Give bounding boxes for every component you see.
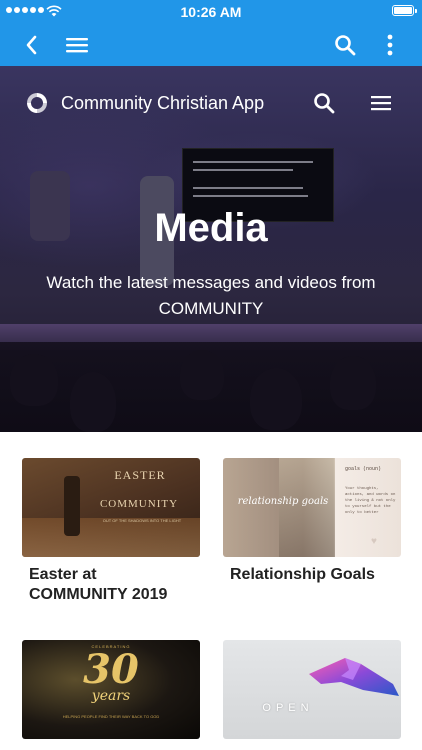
search-button[interactable] [325,24,365,66]
menu-button[interactable] [57,24,97,66]
mountain-image [309,658,399,696]
thumb-text: years [91,688,131,704]
media-card-open[interactable]: OPEN [223,640,401,750]
hamburger-icon [371,96,391,111]
battery-icon [392,5,417,16]
media-thumbnail: OPEN [223,640,401,739]
back-button[interactable] [11,24,51,66]
hero-banner: Community Christian App Media Watch the … [0,66,422,432]
media-thumbnail: CELEBRATING 30 years HELPING PEOPLE FIND… [22,640,200,739]
thumb-text: relationship goals [237,496,329,507]
page-title: Media [154,206,268,250]
hero-search-button[interactable] [311,90,337,116]
thumb-text: OPEN [262,702,314,714]
thumb-text: EASTER [114,468,166,482]
thumb-caption: HELPING PEOPLE FIND THEIR WAY BACK TO GO… [62,714,160,719]
media-card-30-years[interactable]: CELEBRATING 30 years HELPING PEOPLE FIND… [22,640,200,750]
status-time: 10:26 AM [180,4,242,20]
media-title: Relationship Goals [230,566,375,583]
media-card-relationship-goals[interactable]: relationship goals goals (noun) Your tho… [223,458,401,598]
media-title: Easter at COMMUNITY 2019 [29,566,168,603]
media-thumbnail: relationship goals goals (noun) Your tho… [223,458,401,557]
brand[interactable]: Community Christian App [24,90,264,116]
thumb-text: COMMUNITY [99,498,179,510]
thumb-note-title: goals (noun) [345,466,382,472]
back-arrow-icon [26,35,37,55]
thumb-number: 30 [83,646,139,693]
media-thumbnail: EASTER COMMUNITY OUT OF THE SHADOWS INTO… [22,458,200,557]
page-subtitle: Watch the latest messages and videos fro… [46,273,376,318]
community-logo-icon [27,93,47,113]
status-bar: 10:26 AM [0,0,422,24]
hero-menu-button[interactable] [368,90,394,116]
thumb-note: Your thoughts, actions, and words on the… [345,487,396,515]
search-icon [314,93,335,114]
more-options-button[interactable] [370,24,410,66]
heart-icon: ♥ [371,536,377,547]
more-vertical-icon [387,34,393,56]
brand-name: Community Christian App [61,92,265,113]
audience [0,342,422,432]
app-bar [0,24,422,66]
media-card-easter[interactable]: EASTER COMMUNITY OUT OF THE SHADOWS INTO… [22,458,200,618]
search-icon [335,35,356,56]
hamburger-icon [66,38,88,53]
thumb-caption: OUT OF THE SHADOWS INTO THE LIGHT [102,518,182,523]
